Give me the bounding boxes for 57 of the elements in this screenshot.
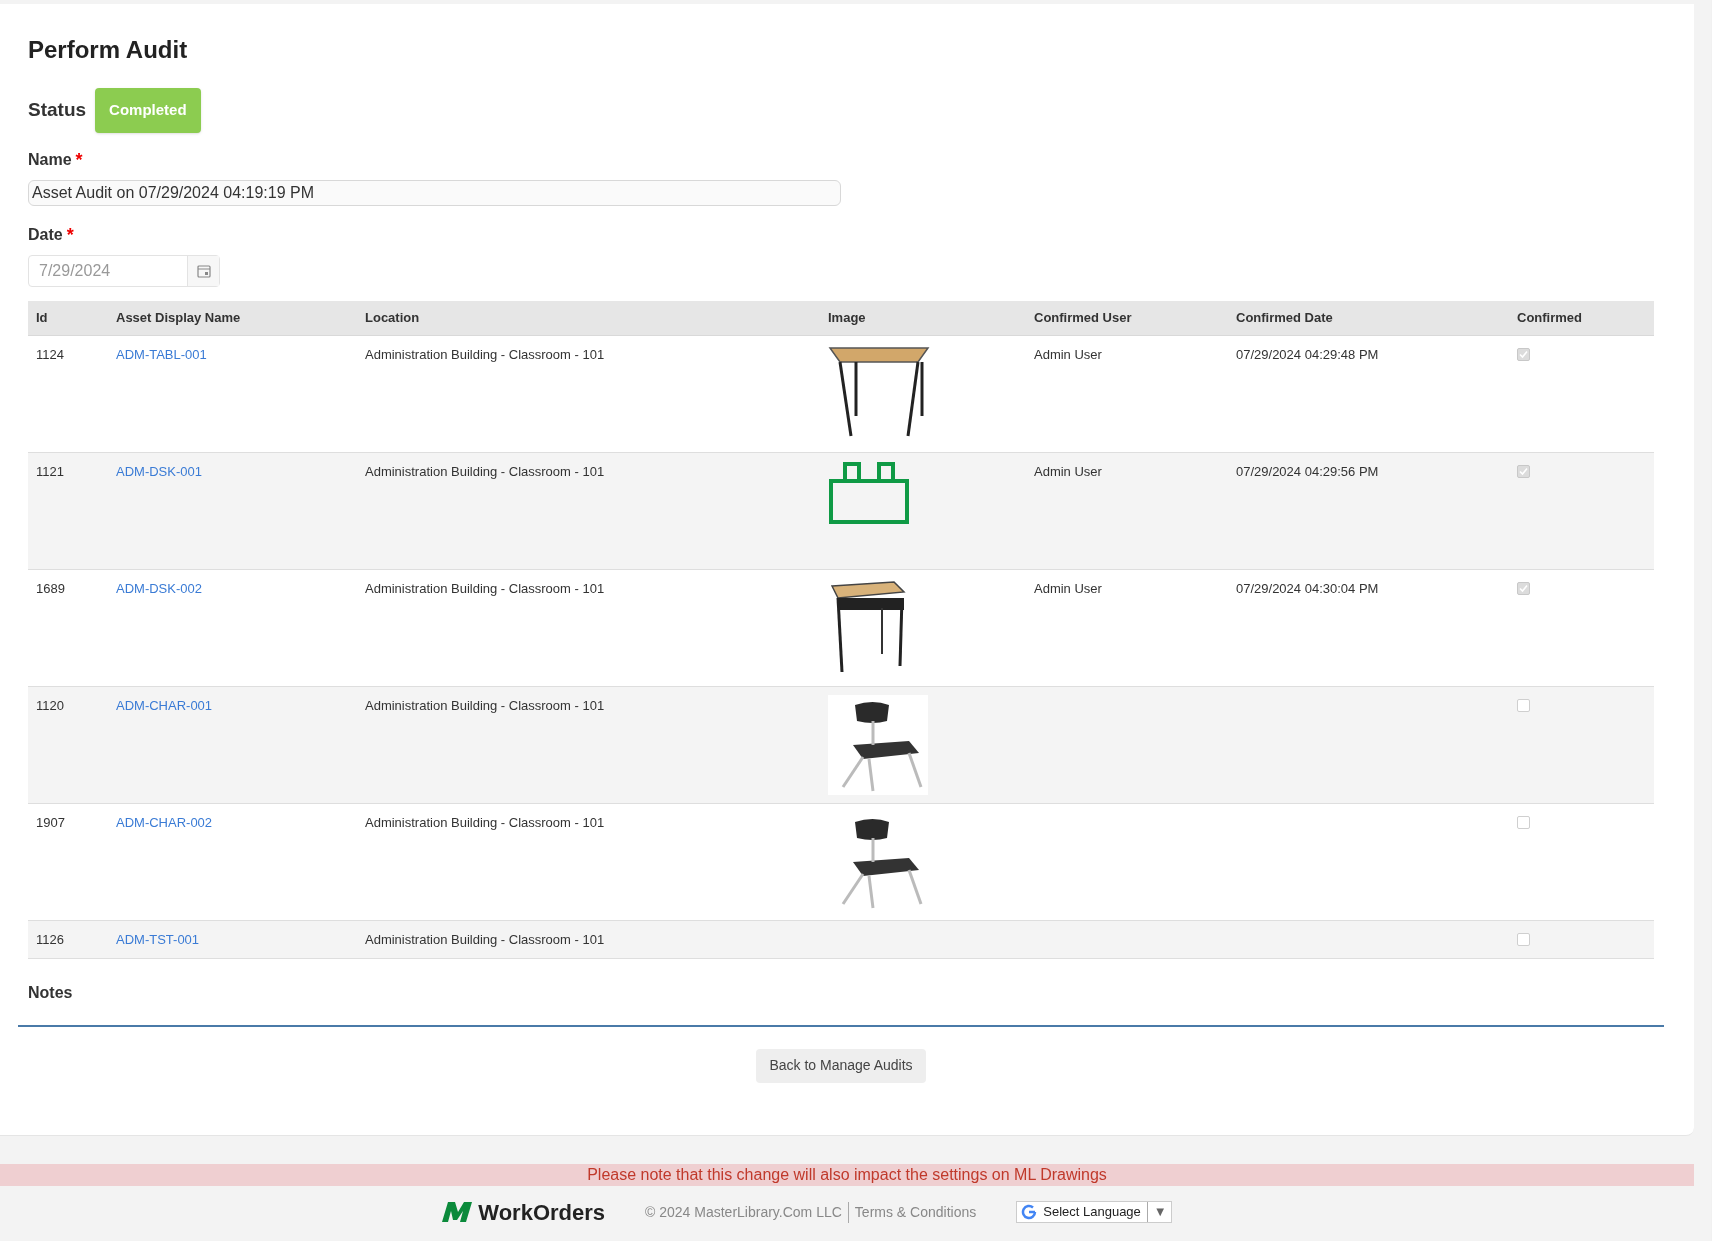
table-cell: Administration Building - Classroom - 101 — [365, 931, 605, 947]
google-icon — [1021, 1204, 1038, 1220]
checkbox[interactable] — [1517, 464, 1530, 478]
toolbox-icon — [828, 460, 910, 525]
checkbox[interactable] — [1517, 932, 1530, 946]
language-select[interactable]: Select Language ▼ — [1016, 1201, 1172, 1223]
table-cell: Administration Building - Classroom - 101 — [365, 814, 605, 830]
table-cell: Administration Building - Classroom - 101 — [365, 580, 605, 596]
table-cell: 1120 — [36, 697, 64, 713]
status-label: Status — [28, 98, 87, 122]
checkbox[interactable] — [1517, 581, 1530, 595]
checkbox[interactable] — [1517, 347, 1530, 361]
asset-link[interactable]: ADM-TABL-001 — [116, 346, 207, 362]
column-header: Confirmed — [1516, 308, 1583, 327]
column-header: Image — [827, 308, 867, 327]
asset-link[interactable]: ADM-DSK-001 — [116, 463, 202, 479]
asset-link[interactable]: ADM-DSK-002 — [116, 580, 202, 596]
brand-name: WorkOrders — [478, 1198, 606, 1227]
back-button[interactable]: Back to Manage Audits — [756, 1048, 926, 1083]
column-header: Location — [364, 308, 421, 327]
asset-link[interactable]: ADM-CHAR-001 — [116, 697, 213, 713]
column-header: Id — [35, 308, 49, 327]
copyright-text: © 2024 MasterLibrary.Com LLC — [645, 1201, 849, 1223]
table-cell: Administration Building - Classroom - 101 — [365, 697, 605, 713]
checkbox[interactable] — [1517, 815, 1530, 829]
column-header: Asset Display Name — [115, 308, 242, 327]
table-cell: 1124 — [36, 346, 64, 362]
name-input[interactable]: Asset Audit on 07/29/2024 04:19:19 PM — [28, 179, 841, 206]
table-cell: 1126 — [36, 931, 64, 947]
required-mark: * — [75, 148, 83, 172]
table-cell: Admin User — [1034, 580, 1102, 596]
status-badge: Completed — [95, 88, 201, 133]
field-label: Name — [28, 150, 72, 170]
page-title: Perform Audit — [28, 35, 189, 65]
table-cell: 1907 — [36, 814, 65, 830]
table-cell: Admin User — [1034, 463, 1102, 479]
table-cell: Administration Building - Classroom - 101 — [365, 463, 605, 479]
table-cell: 1689 — [36, 580, 65, 596]
asset-link[interactable]: ADM-TST-001 — [116, 931, 200, 947]
notice-banner: Please note that this change will also impact the settings on ML Drawings — [0, 1163, 1694, 1186]
required-mark: * — [66, 223, 74, 247]
table-cell: Admin User — [1034, 346, 1102, 362]
date-value: 7/29/2024 — [38, 260, 112, 281]
table-cell: 07/29/2024 04:29:48 PM — [1236, 346, 1379, 362]
language-caret: ▼ — [1153, 1203, 1167, 1222]
table-cell: 07/29/2024 04:30:04 PM — [1236, 580, 1379, 596]
notes-label: Notes — [28, 982, 74, 1003]
checkbox[interactable] — [1517, 698, 1530, 712]
language-label: Select Language — [1043, 1202, 1148, 1222]
field-label: Date — [28, 225, 63, 245]
table-cell: Administration Building - Classroom - 101 — [365, 346, 605, 362]
column-header: Confirmed Date — [1235, 308, 1334, 327]
table-cell: 07/29/2024 04:29:56 PM — [1236, 463, 1379, 479]
table-cell: 1121 — [36, 463, 64, 479]
asset-link[interactable]: ADM-CHAR-002 — [116, 814, 213, 830]
terms-link[interactable]: Terms & Conditions — [848, 1201, 977, 1223]
column-header: Confirmed User — [1033, 308, 1133, 327]
